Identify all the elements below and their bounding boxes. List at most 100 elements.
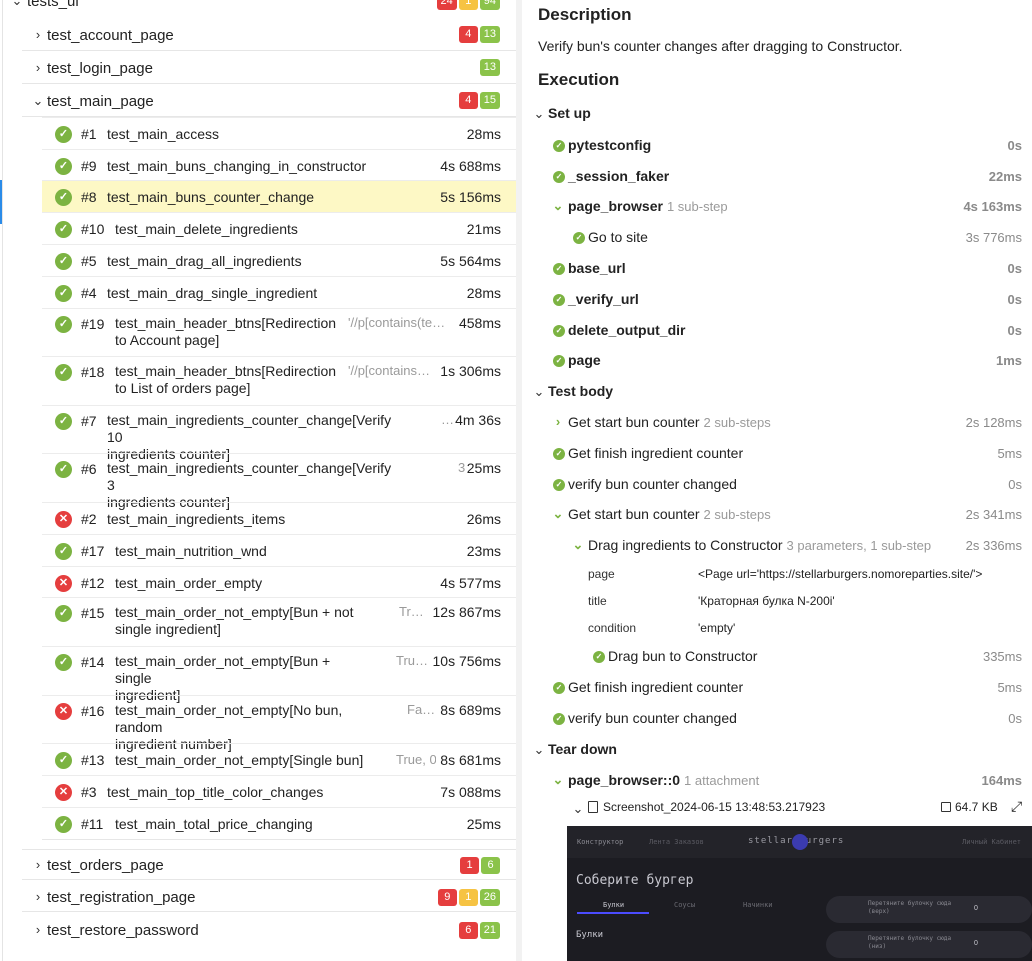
test-duration: 26ms <box>466 511 501 527</box>
test-name: test_main_header_btns[Redirection to List… <box>115 363 337 396</box>
tree-group-label: test_main_page <box>47 93 154 110</box>
group-badges: 6 21 <box>458 922 500 939</box>
test-case-row[interactable]: ✓ #6 test_main_ingredients_counter_change[… <box>42 453 516 510</box>
teardown-section-title[interactable]: Tear down <box>548 741 617 757</box>
test-case-row[interactable]: ✓ #18 test_main_header_btns[Redirection to … <box>42 356 516 405</box>
screenshot-preview: Конструктор Лента Заказов stellar burger… <box>567 826 1032 961</box>
tree-group[interactable]: › test_login_page 13 <box>0 58 516 78</box>
test-body-section-title[interactable]: Test body <box>548 383 613 399</box>
count-badge: 4 <box>458 26 478 43</box>
step-duration: 0s <box>1008 711 1022 726</box>
count-badge: 13 <box>479 26 500 43</box>
count-badge: 4 <box>458 92 478 109</box>
description-text: Verify bun's counter changes after dragg… <box>538 38 903 54</box>
test-duration: 8s 681ms <box>440 752 501 768</box>
count-badge: 21 <box>479 922 500 939</box>
test-duration: 458ms <box>458 315 501 331</box>
tree-guide-line <box>2 0 3 961</box>
count-badge: 15 <box>479 92 500 109</box>
step-duration: 5ms <box>997 446 1022 461</box>
passed-status-icon: ✓ <box>55 605 72 622</box>
parameter-name: page <box>588 567 615 581</box>
passed-step-icon: ✓ <box>553 140 565 152</box>
screenshot-nav-constructor: Конструктор <box>577 838 624 846</box>
test-case-row[interactable]: ✕ #2 test_main_ingredients_items 26ms <box>42 502 516 534</box>
chevron-right-icon: › <box>555 414 561 429</box>
passed-status-icon: ✓ <box>55 189 72 206</box>
test-parameters: '//p[contains… <box>348 363 430 378</box>
tree-root[interactable]: ⌄ tests_ui 24 1 94 <box>0 0 516 11</box>
test-number: #5 <box>81 253 97 269</box>
test-case-row[interactable]: ✓ #9 test_main_buns_changing_in_constructo… <box>42 149 516 180</box>
test-number: #10 <box>81 221 105 237</box>
test-duration: 28ms <box>466 126 501 142</box>
divider <box>22 879 516 880</box>
divider <box>22 849 516 850</box>
test-case-row[interactable]: ✓ #8 test_main_buns_counter_change 5s 156ms <box>42 180 516 212</box>
chevron-down-icon: ⌄ <box>552 506 564 521</box>
divider <box>22 911 516 912</box>
failed-status-icon: ✕ <box>55 784 72 801</box>
passed-status-icon: ✓ <box>55 413 72 430</box>
execution-title: Execution <box>538 70 620 89</box>
test-name: test_main_header_btns[Redirection to Acco… <box>115 315 337 348</box>
test-case-row[interactable]: ✓ #7 test_main_ingredients_counter_change[… <box>42 405 516 462</box>
step-name: Drag ingredients to Constructor 3 paramet… <box>588 537 932 553</box>
test-case-row[interactable]: ✓ #15 test_main_order_not_empty[Bun + not s… <box>42 597 516 646</box>
test-case-row[interactable]: ✓ #1 test_main_access 28ms <box>42 117 516 149</box>
test-duration: 7s 088ms <box>440 784 501 800</box>
test-case-row[interactable]: ✓ #5 test_main_drag_all_ingredients 5s 564m… <box>42 244 516 276</box>
test-case-row[interactable]: ✓ #14 test_main_order_not_empty[Bun + sing… <box>42 646 516 703</box>
test-parameters: Tr… <box>399 604 424 619</box>
step-duration: 0s <box>1007 261 1022 276</box>
screenshot-logo-icon <box>792 834 808 850</box>
passed-status-icon: ✓ <box>55 543 72 560</box>
tree-group[interactable]: › test_account_page 4 13 <box>0 25 516 45</box>
test-parameters: 3 <box>458 460 466 475</box>
test-case-row[interactable]: ✓ #4 test_main_drag_single_ingredient 28ms <box>42 276 516 308</box>
step-substeps: 1 attachment <box>684 773 760 788</box>
test-case-row[interactable]: ✓ #13 test_main_order_not_empty[Single bun… <box>42 743 516 775</box>
tree-group[interactable]: ⌄ test_main_page 4 15 <box>0 91 516 111</box>
test-number: #13 <box>81 752 105 768</box>
test-case-row[interactable]: ✓ #10 test_main_delete_ingredients 21ms <box>42 212 516 244</box>
tree-root-badges: 24 1 94 <box>436 0 500 10</box>
test-case-row[interactable]: ✓ #19 test_main_header_btns[Redirection to … <box>42 308 516 356</box>
test-number: #3 <box>81 784 97 800</box>
tree-group-label: test_registration_page <box>47 889 196 906</box>
attachment-size: 64.7 KB <box>955 800 998 814</box>
step-name: Drag bun to Constructor <box>608 648 758 664</box>
passed-step-icon: ✓ <box>553 263 565 275</box>
step-duration: 1ms <box>995 353 1022 368</box>
chevron-down-icon: ⌄ <box>572 801 584 816</box>
tree-group[interactable]: › test_restore_password 6 21 <box>0 920 516 940</box>
test-duration: 4m 36s <box>455 412 501 428</box>
step-duration: 4s 163ms <box>963 199 1022 214</box>
test-number: #15 <box>81 605 105 621</box>
test-case-row[interactable]: ✓ #11 test_main_total_price_changing 25ms <box>42 807 516 839</box>
test-duration: 23ms <box>466 543 501 559</box>
passed-status-icon: ✓ <box>55 752 72 769</box>
step-duration: 2s 336ms <box>965 538 1022 553</box>
test-case-row[interactable]: ✕ #12 test_main_order_empty 4s 577ms <box>42 566 516 597</box>
test-number: #9 <box>81 158 97 174</box>
test-name: test_main_order_empty <box>115 575 263 591</box>
test-case-row[interactable]: ✕ #16 test_main_order_not_empty[No bun, ra… <box>42 695 516 752</box>
tree-group[interactable]: › test_orders_page 1 6 <box>0 855 516 875</box>
test-case-row[interactable]: ✓ #17 test_main_nutrition_wnd 23ms <box>42 534 516 566</box>
test-duration: 4s 577ms <box>440 575 501 591</box>
chevron-down-icon: ⌄ <box>552 772 564 787</box>
passed-step-icon: ✓ <box>553 171 565 183</box>
test-case-row[interactable]: ✕ #3 test_main_top_title_color_changes 7s 0… <box>42 775 516 807</box>
screenshot-tab-sauces: Соусы <box>674 901 696 909</box>
screenshot-tab-fillings: Начинки <box>743 901 773 909</box>
test-number: #4 <box>81 285 97 301</box>
expand-icon[interactable]: ⤢ <box>1011 798 1022 815</box>
save-icon[interactable] <box>941 802 951 812</box>
group-badges: 9 1 26 <box>437 889 500 906</box>
tree-group[interactable]: › test_registration_page 9 1 26 <box>0 887 516 907</box>
test-number: #16 <box>81 703 105 719</box>
passed-step-icon: ✓ <box>573 232 585 244</box>
setup-section-title[interactable]: Set up <box>548 105 591 121</box>
count-badge: 1 <box>458 889 478 906</box>
